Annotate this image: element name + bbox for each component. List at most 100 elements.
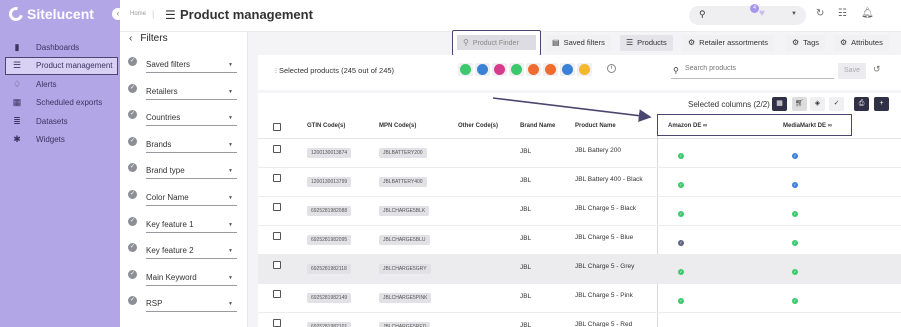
brand-name: JBL bbox=[520, 235, 532, 242]
select-all-checkbox[interactable] bbox=[273, 123, 281, 131]
reset-icon[interactable]: ↺ bbox=[873, 64, 881, 75]
row-checkbox[interactable] bbox=[273, 232, 281, 240]
row-checkbox[interactable] bbox=[273, 145, 281, 153]
amazon-status-icon[interactable]: ✓ bbox=[678, 269, 684, 275]
tab-retailer-assortments[interactable]: ⚙ Retailer assortments bbox=[682, 35, 774, 51]
grid-view-button[interactable]: ▦ bbox=[772, 97, 787, 111]
product-search-input[interactable] bbox=[685, 65, 825, 72]
tab-product-finder[interactable]: ⚲ Product Finder bbox=[452, 30, 541, 56]
sidebar-item-widgets[interactable]: ✱ Widgets bbox=[0, 131, 120, 150]
tag-view-button[interactable]: ◈ bbox=[810, 97, 825, 111]
filter-underline bbox=[146, 258, 237, 260]
filter-key-feature-2[interactable]: ✓ Key feature 2 ▼ bbox=[120, 243, 248, 270]
product-name[interactable]: JBL Charge 5 - Red bbox=[575, 321, 632, 327]
add-column-button[interactable]: + bbox=[874, 97, 889, 111]
mediamarkt-status-icon[interactable]: ✓ bbox=[792, 298, 798, 304]
table-row[interactable]: 6925281982149 JBLCHARGE5PINK JBL JBL Charge… bbox=[258, 284, 901, 313]
mpn-code: JBLCHARGE5BLK bbox=[379, 206, 430, 216]
row-checkbox[interactable] bbox=[273, 261, 281, 269]
sidebar-item-label: Datasets bbox=[36, 116, 68, 126]
bell-icon[interactable]: 🔔︎ bbox=[861, 8, 874, 19]
filter-countries[interactable]: ✓ Countries ▼ bbox=[120, 110, 248, 137]
filter-saved-filters[interactable]: ✓ Saved filters ▼ bbox=[120, 57, 248, 84]
chevron-down-icon: ▼ bbox=[228, 195, 233, 201]
chevron-down-icon: ▼ bbox=[791, 11, 797, 17]
tab-saved-filters[interactable]: ▤ Saved filters bbox=[546, 35, 611, 51]
info-icon[interactable]: i bbox=[607, 64, 616, 73]
tab-products[interactable]: ☰ Products bbox=[620, 35, 673, 51]
product-name[interactable]: JBL Battery 400 - Black bbox=[575, 176, 643, 183]
collapse-sidebar-button[interactable]: ‹ bbox=[112, 8, 124, 20]
brand-type-icon: ✓ bbox=[128, 163, 137, 173]
sidebar-item-product-management[interactable]: ☰ Product management bbox=[5, 56, 118, 75]
row-checkbox[interactable] bbox=[273, 174, 281, 182]
product-name[interactable]: JBL Charge 5 - Grey bbox=[575, 263, 634, 270]
tab-label: Products bbox=[637, 38, 667, 47]
table-row[interactable]: 1200130013874 JBLBATTERY200 JBL JBL Battery… bbox=[258, 139, 901, 168]
row-checkbox[interactable] bbox=[273, 319, 281, 327]
sidebar-item-datasets[interactable]: ≣ Datasets bbox=[0, 112, 120, 131]
column-header-other[interactable]: Other Code(s) bbox=[458, 123, 498, 129]
filter-brands[interactable]: ✓ Brands ▼ bbox=[120, 136, 248, 164]
filter-key-feature-1[interactable]: ✓ Key feature 1 ▼ bbox=[120, 216, 248, 244]
check-view-button[interactable]: ✓ bbox=[829, 97, 844, 111]
filter-main-keyword[interactable]: ✓ Main Keyword ▼ bbox=[120, 269, 248, 297]
notification-badge: 4 bbox=[750, 4, 759, 13]
cart-icon: ✓ bbox=[128, 83, 137, 93]
product-search[interactable]: ⚲ bbox=[671, 63, 834, 79]
amazon-status-icon[interactable]: ✓ bbox=[678, 211, 684, 217]
table-row[interactable]: 6925281982101 JBLCHARGE5RED JBL JBL Charge … bbox=[258, 313, 901, 327]
product-name[interactable]: JBL Battery 200 bbox=[575, 147, 621, 154]
check-circle-icon: ✓ bbox=[128, 190, 137, 199]
export-button[interactable]: ⎙ bbox=[854, 97, 869, 111]
product-name[interactable]: JBL Charge 5 - Blue bbox=[575, 234, 633, 241]
sidebar-item-dashboards[interactable]: ▮ Dashboards bbox=[0, 38, 120, 57]
mediamarkt-status-icon[interactable]: ✓ bbox=[792, 269, 798, 275]
mediamarkt-status-icon[interactable]: ✓ bbox=[792, 240, 798, 246]
sidebar-item-scheduled-exports[interactable]: ▦ Scheduled exports bbox=[0, 94, 120, 113]
check-circle-icon: ✓ bbox=[128, 296, 137, 306]
chevron-left-icon[interactable]: ‹ bbox=[129, 33, 132, 44]
avatar[interactable]: ♥ bbox=[759, 9, 773, 19]
save-button[interactable]: Save bbox=[838, 63, 866, 79]
table-row[interactable]: 6925281982095 JBLCHARGE5BLU JBL JBL Charge … bbox=[258, 226, 901, 255]
product-name[interactable]: JBL Charge 5 - Pink bbox=[575, 292, 633, 299]
sidebar-item-label: Alerts bbox=[36, 79, 57, 89]
mpn-code: JBLBATTERY200 bbox=[379, 148, 427, 158]
brand-name: JBL bbox=[520, 177, 532, 184]
amazon-status-icon[interactable]: ✓ bbox=[678, 240, 684, 246]
filter-label: Main Keyword bbox=[146, 272, 197, 282]
filter-rsp[interactable]: ✓ RSP ▼ bbox=[120, 296, 248, 323]
amazon-status-icon[interactable]: ✓ bbox=[678, 298, 684, 304]
mediamarkt-status-icon[interactable]: ✓ bbox=[792, 153, 798, 159]
amazon-status-icon[interactable]: ✓ bbox=[678, 153, 684, 159]
filter-retailers[interactable]: ✓ Retailers ▼ bbox=[120, 83, 248, 111]
sidebar-item-alerts[interactable]: ♢ Alerts bbox=[0, 75, 120, 94]
table-row[interactable]: 6925281982118 JBLCHARGE5GRY JBL JBL Charge … bbox=[258, 255, 901, 284]
table-row[interactable]: 1200130013799 JBLBATTERY400 JBL JBL Battery… bbox=[258, 168, 901, 197]
column-header-mpn[interactable]: MPN Code(s) bbox=[379, 123, 416, 129]
column-header-product[interactable]: Product Name bbox=[575, 123, 616, 129]
global-search-input[interactable]: ⚲ ▼ bbox=[689, 6, 806, 25]
refresh-icon[interactable]: ↻ bbox=[816, 8, 824, 19]
filter-color-name[interactable]: ✓ Color Name ▼ bbox=[120, 190, 248, 217]
logo[interactable]: Sitelucent bbox=[6, 4, 94, 24]
breadcrumb[interactable]: Home bbox=[130, 11, 146, 17]
amazon-status-icon[interactable]: ✓ bbox=[678, 182, 684, 188]
row-checkbox[interactable] bbox=[273, 290, 281, 298]
column-header-gtin[interactable]: GTIN Code(s) bbox=[307, 123, 345, 129]
column-header-brand[interactable]: Brand Name bbox=[520, 123, 555, 129]
filter-brand-type[interactable]: ✓ Brand type ▼ bbox=[120, 163, 248, 190]
settings-list-icon[interactable]: ☷ bbox=[838, 8, 847, 19]
cart-view-button[interactable]: 🛒︎ bbox=[792, 97, 807, 111]
tab-attributes[interactable]: ⚙ Attributes bbox=[834, 35, 889, 51]
tab-tags[interactable]: ⚙ Tags bbox=[786, 35, 826, 51]
row-checkbox[interactable] bbox=[273, 203, 281, 211]
chevron-down-icon: ▼ bbox=[228, 274, 233, 281]
filter-label: Key feature 2 bbox=[146, 246, 194, 256]
product-name[interactable]: JBL Charge 5 - Black bbox=[575, 205, 636, 212]
tab-label: Saved filters bbox=[563, 38, 605, 47]
mediamarkt-status-icon[interactable]: ✓ bbox=[792, 182, 798, 188]
table-row[interactable]: 6925281982088 JBLCHARGE5BLK JBL JBL Charge … bbox=[258, 197, 901, 226]
mediamarkt-status-icon[interactable]: ✓ bbox=[792, 211, 798, 217]
